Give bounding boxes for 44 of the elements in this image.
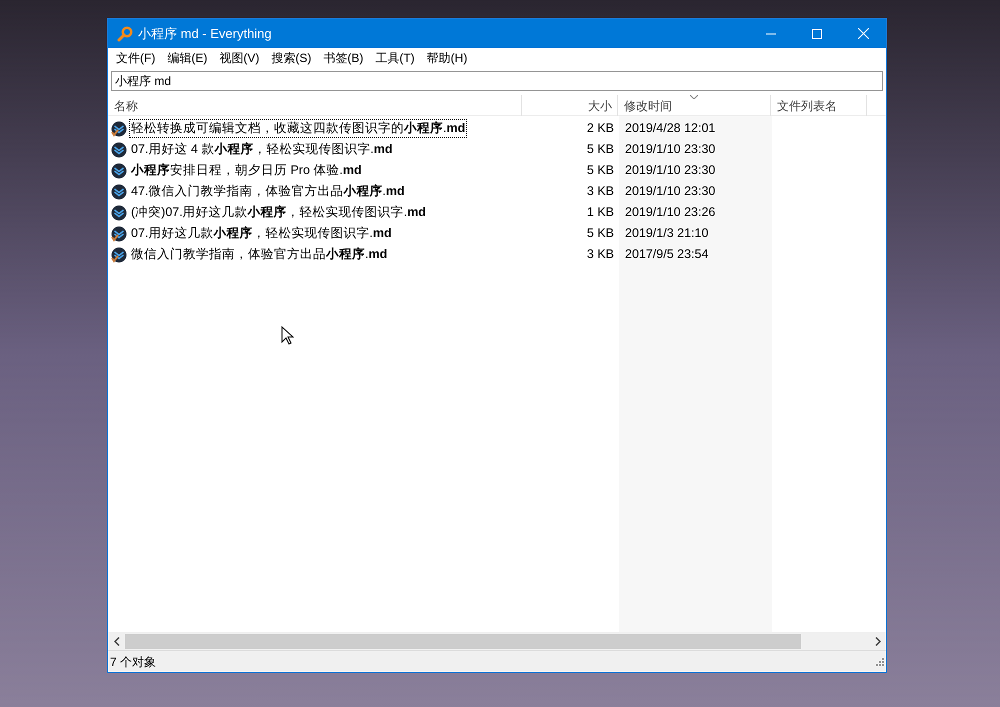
search-field[interactable]: 小程序 md <box>111 71 883 91</box>
sort-caret-icon <box>690 95 698 99</box>
file-size: 3 KB <box>586 246 614 264</box>
close-icon <box>858 28 868 39</box>
file-size: 5 KB <box>586 141 614 158</box>
mouse-cursor-icon <box>281 326 294 345</box>
file-name[interactable]: 小程序安排日程，朝夕日历 Pro 体验.md <box>129 161 364 180</box>
window-title: 小程序 md - Everything <box>138 24 272 43</box>
file-size: 3 KB <box>586 183 614 200</box>
file-name[interactable]: 轻松转换成可编辑文档，收藏这四款传图识字的小程序.md <box>129 119 468 138</box>
modified-time: 2019/4/28 12:01 <box>625 121 716 136</box>
status-text: 7 个对象 <box>110 654 156 670</box>
file-size: 5 KB <box>586 225 614 242</box>
chevron-left-icon <box>114 636 120 646</box>
file-size: 5 KB <box>586 162 614 180</box>
scrollbar-thumb[interactable] <box>125 634 801 648</box>
file-name[interactable]: 07.用好这 4 款小程序，轻松实现传图识字.md <box>129 140 395 159</box>
column-header[interactable]: 文件列表名 <box>771 95 867 116</box>
modified-time: 2019/1/3 21:10 <box>625 226 708 240</box>
modified-time: 2019/1/10 23:30 <box>625 142 716 156</box>
maximize-icon <box>812 28 822 38</box>
menu-item[interactable]: 文件(F) <box>110 48 162 68</box>
modified-time: 2019/1/10 23:26 <box>625 205 716 220</box>
file-name[interactable]: (冲突)07.用好这几款小程序，轻松实现传图识字.md <box>129 203 428 222</box>
file-name[interactable]: 47.微信入门教学指南，体验官方出品小程序.md <box>129 182 407 201</box>
menu-item[interactable]: 编辑(E) <box>161 48 214 68</box>
file-name[interactable]: 07.用好这几款小程序，轻松实现传图识字.md <box>129 224 394 243</box>
menu-item[interactable]: 搜索(S) <box>265 48 318 68</box>
search-icon <box>117 26 133 42</box>
resize-grip-icon <box>875 657 884 666</box>
menu-item[interactable]: 视图(V) <box>213 48 266 68</box>
file-size: 1 KB <box>586 204 614 222</box>
modified-time: 2017/9/5 23:54 <box>625 247 708 262</box>
menu-item[interactable]: 帮助(H) <box>420 48 474 68</box>
column-header[interactable]: 名称 <box>108 95 522 116</box>
file-size: 2 KB <box>586 120 614 138</box>
column-header[interactable]: 大小 <box>522 95 618 116</box>
chevron-right-icon <box>874 636 880 646</box>
menu-item[interactable]: 工具(T) <box>369 48 421 68</box>
modified-time: 2019/1/10 23:30 <box>625 184 716 198</box>
column-header[interactable]: 修改时间 <box>618 95 771 116</box>
menu-item[interactable]: 书签(B) <box>317 48 370 68</box>
file-name[interactable]: 微信入门教学指南，体验官方出品小程序.md <box>129 245 390 264</box>
modified-time: 2019/1/10 23:30 <box>625 163 716 178</box>
